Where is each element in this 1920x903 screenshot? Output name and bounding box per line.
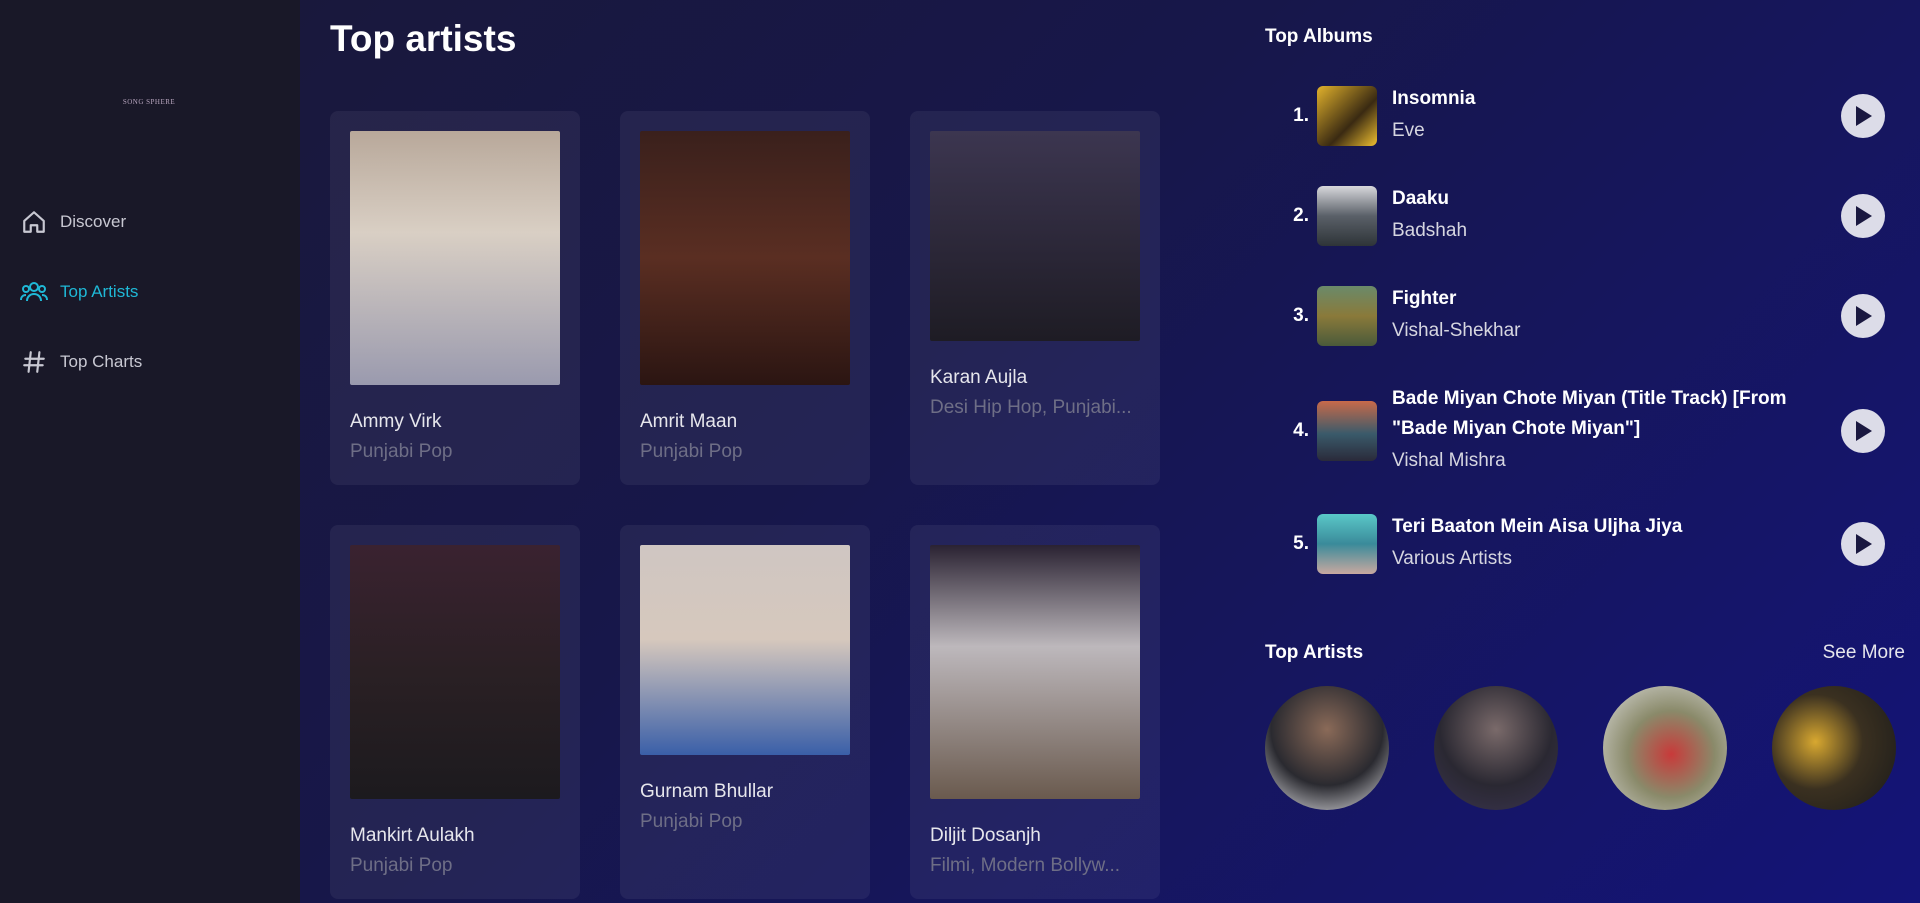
artist-genre: Filmi, Modern Bollyw... — [930, 855, 1121, 876]
artist-name: Amrit Maan — [640, 411, 738, 432]
app-logo[interactable]: SONG SPHERE — [118, 40, 180, 120]
artist-photo — [930, 545, 1140, 799]
sidebar-item-label: Top Charts — [60, 352, 143, 371]
top-artist-avatar[interactable] — [1434, 686, 1558, 810]
see-more-link[interactable]: See More — [1823, 642, 1905, 664]
play-icon — [1856, 306, 1872, 326]
artist-genre: Desi Hip Hop, Punjabi... — [930, 397, 1132, 418]
sidebar-item-label: Top Artists — [60, 282, 139, 301]
artist-photo — [930, 131, 1140, 341]
hashtag-icon — [20, 348, 48, 376]
page-title: Top artists — [330, 18, 517, 59]
sidebar-item-discover[interactable]: Discover — [20, 207, 126, 237]
album-cover — [1317, 514, 1377, 574]
artist-name: Karan Aujla — [930, 367, 1028, 388]
album-artist: Eve — [1392, 120, 1425, 141]
right-panel: Top Albums 1. Insomnia Eve 2. Daaku Bads… — [1265, 0, 1905, 903]
artist-card[interactable]: Ammy Virk Punjabi Pop — [330, 111, 580, 485]
artist-genre: Punjabi Pop — [350, 441, 453, 462]
album-artist: Vishal-Shekhar — [1392, 320, 1521, 341]
play-button[interactable] — [1841, 194, 1885, 238]
artist-name: Gurnam Bhullar — [640, 781, 774, 802]
artist-photo — [640, 545, 850, 755]
album-rank: 4. — [1293, 420, 1309, 441]
artist-genre: Punjabi Pop — [640, 441, 743, 462]
play-icon — [1856, 421, 1872, 441]
album-cover — [1317, 86, 1377, 146]
artist-photo — [350, 131, 560, 385]
album-cover — [1317, 286, 1377, 346]
top-artist-avatar[interactable] — [1772, 686, 1896, 810]
album-rank: 2. — [1293, 205, 1309, 226]
sidebar-item-label: Discover — [60, 212, 127, 231]
artist-card[interactable]: Amrit Maan Punjabi Pop — [620, 111, 870, 485]
album-cover — [1317, 186, 1377, 246]
play-button[interactable] — [1841, 294, 1885, 338]
album-title: Insomnia — [1392, 88, 1476, 109]
soundwave-logo-icon — [125, 42, 171, 94]
album-title: Fighter — [1392, 288, 1457, 309]
album-artist: Badshah — [1392, 220, 1468, 241]
album-title: Bade Miyan Chote Miyan (Title Track) [Fr… — [1392, 388, 1787, 439]
home-icon — [20, 208, 48, 236]
artist-card[interactable]: Karan Aujla Desi Hip Hop, Punjabi... — [910, 111, 1160, 485]
album-title: Teri Baaton Mein Aisa Uljha Jiya — [1392, 516, 1683, 537]
artist-card[interactable]: Mankirt Aulakh Punjabi Pop — [330, 525, 580, 899]
album-row[interactable]: 1. Insomnia Eve — [1265, 84, 1885, 148]
album-artist: Vishal Mishra — [1392, 450, 1506, 471]
users-icon — [20, 278, 48, 306]
artist-name: Mankirt Aulakh — [350, 825, 475, 846]
artist-photo — [640, 131, 850, 385]
artist-photo — [350, 545, 560, 799]
album-rank: 3. — [1293, 305, 1309, 326]
album-artist: Various Artists — [1392, 548, 1513, 569]
artist-genre: Punjabi Pop — [640, 811, 743, 832]
play-icon — [1856, 106, 1872, 126]
album-title: Daaku — [1392, 188, 1450, 209]
artist-card[interactable]: Gurnam Bhullar Punjabi Pop — [620, 525, 870, 899]
play-button[interactable] — [1841, 409, 1885, 453]
album-row[interactable]: 3. Fighter Vishal-Shekhar — [1265, 284, 1885, 348]
album-row[interactable]: 4. Bade Miyan Chote Miyan (Title Track) … — [1265, 384, 1885, 478]
top-artist-avatar[interactable] — [1265, 686, 1389, 810]
album-row[interactable]: 5. Teri Baaton Mein Aisa Uljha Jiya Vari… — [1265, 512, 1885, 576]
logo-text: SONG SPHERE — [122, 98, 176, 106]
top-albums-heading: Top Albums — [1265, 26, 1373, 47]
artist-genre: Punjabi Pop — [350, 855, 453, 876]
sidebar-item-top-artists[interactable]: Top Artists — [20, 277, 138, 307]
sidebar: SONG SPHERE Discover Top Artists Top Cha… — [0, 0, 300, 903]
play-icon — [1856, 206, 1872, 226]
artist-card[interactable]: Diljit Dosanjh Filmi, Modern Bollyw... — [910, 525, 1160, 899]
play-icon — [1856, 534, 1872, 554]
sidebar-item-top-charts[interactable]: Top Charts — [20, 347, 142, 377]
album-rank: 5. — [1293, 533, 1309, 554]
main-content: Top artists Ammy Virk Punjabi Pop Amrit … — [330, 0, 1170, 903]
top-artist-avatar[interactable] — [1603, 686, 1727, 810]
play-button[interactable] — [1841, 522, 1885, 566]
top-artists-heading: Top Artists — [1265, 642, 1364, 663]
play-button[interactable] — [1841, 94, 1885, 138]
artist-name: Ammy Virk — [350, 411, 442, 432]
album-rank: 1. — [1293, 105, 1309, 126]
album-cover — [1317, 401, 1377, 461]
album-row[interactable]: 2. Daaku Badshah — [1265, 184, 1885, 248]
artist-name: Diljit Dosanjh — [930, 825, 1041, 846]
